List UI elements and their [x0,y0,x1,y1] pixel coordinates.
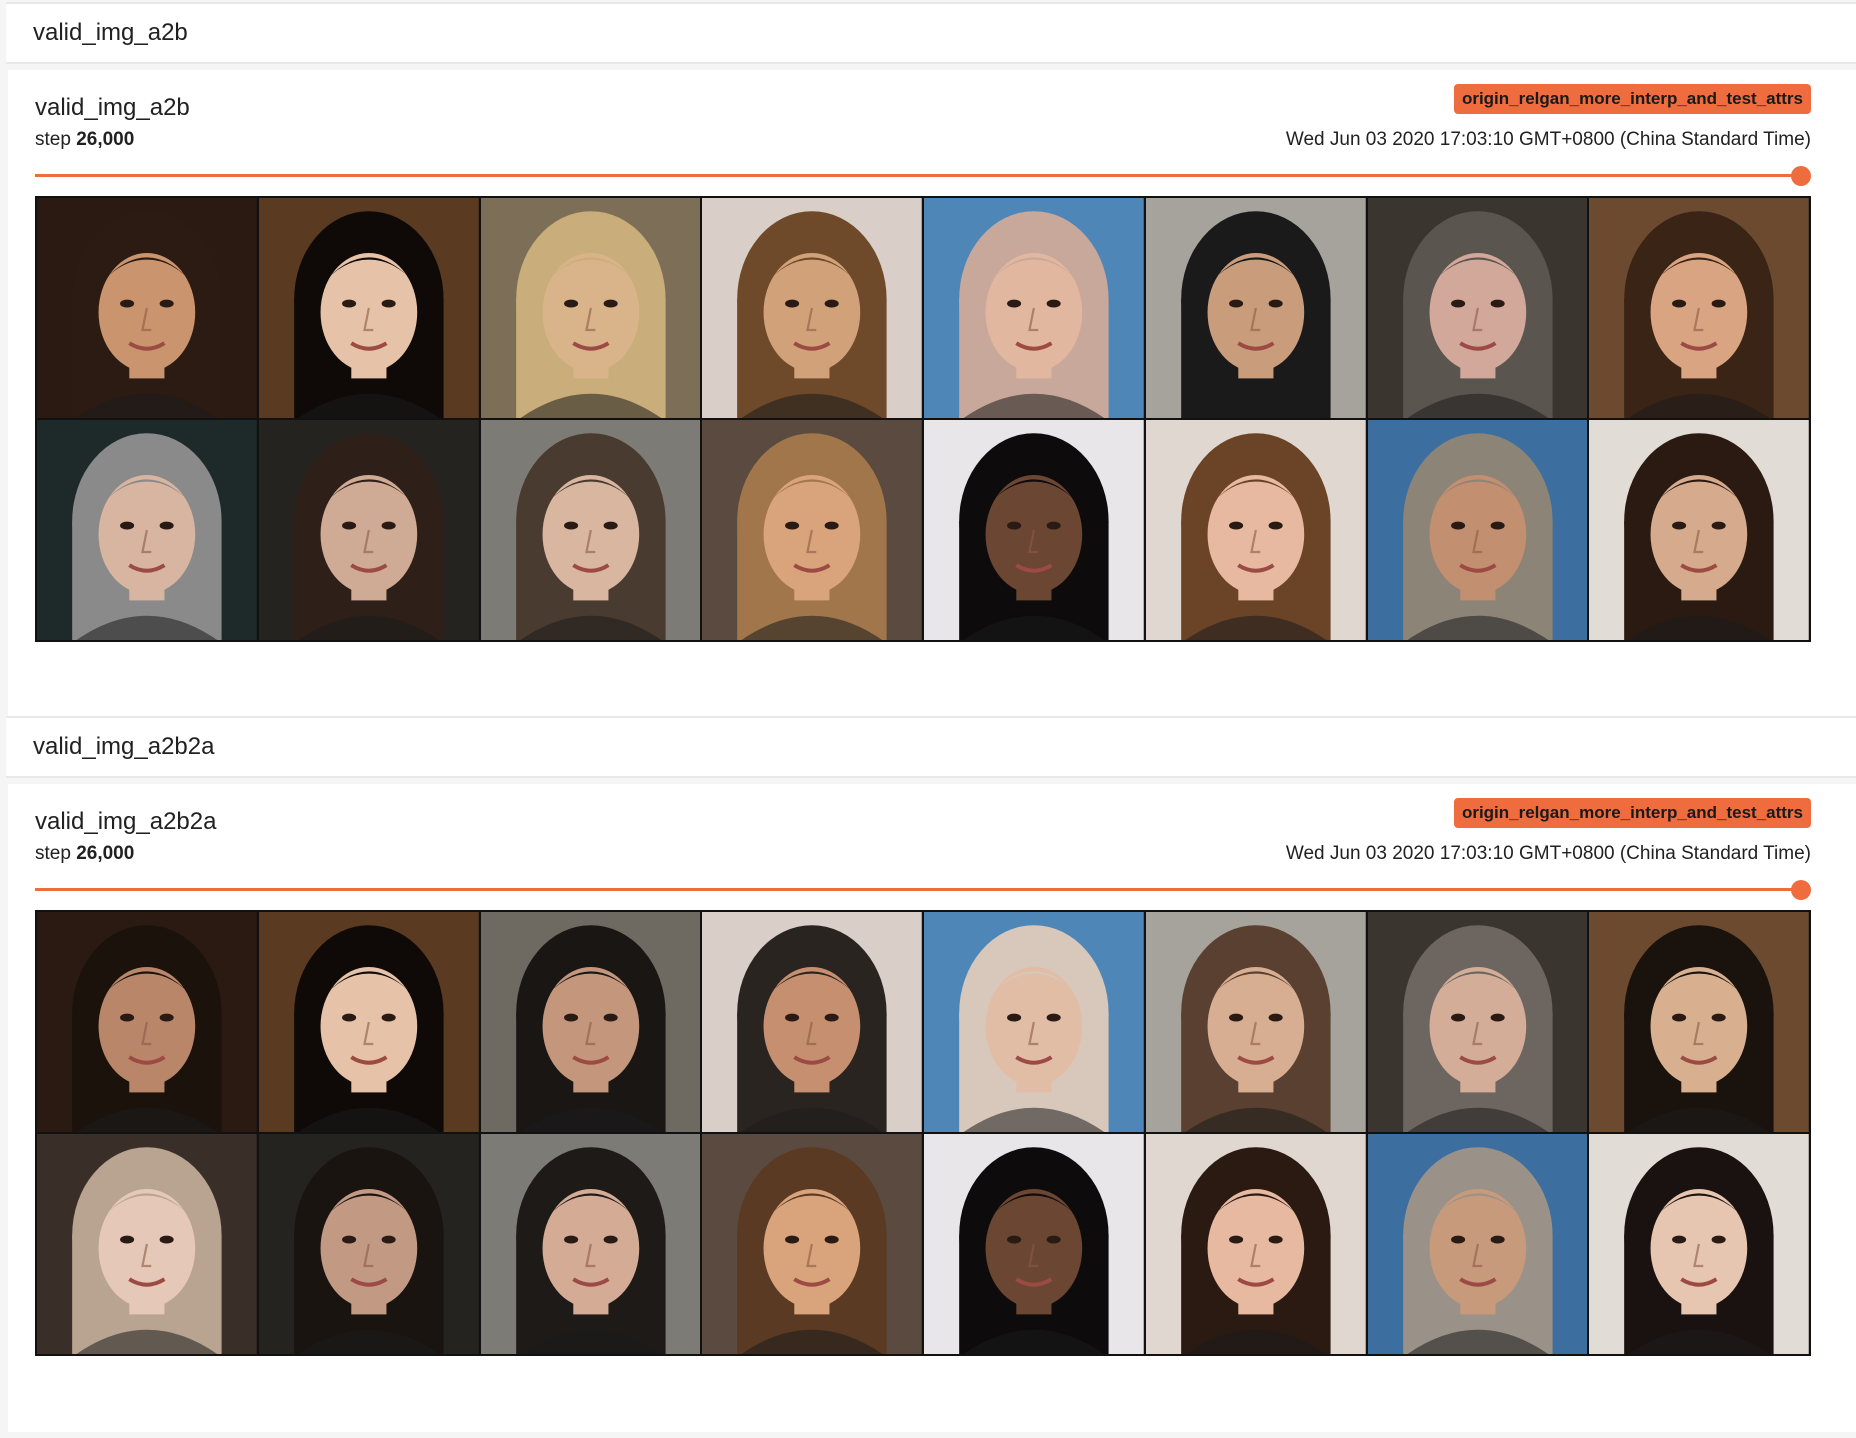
image-tile [702,198,922,418]
image-tile [1367,420,1588,640]
step-value: 26,000 [76,129,135,150]
face-image [702,912,922,1132]
step-value: 26,000 [76,843,135,864]
image-card-valid-img-a2b: valid_img_a2b step 26,000 origin_relgan_… [8,70,1856,718]
slider-thumb[interactable] [1791,880,1811,900]
face-image [1367,420,1588,640]
face-image [480,912,701,1132]
face-image [924,912,1144,1132]
face-image [37,912,257,1132]
image-tile [702,1134,922,1354]
face-image [924,198,1144,418]
face-image [258,198,479,418]
card-title: valid_img_a2b2a [35,808,217,835]
run-badge: origin_relgan_more_interp_and_test_attrs [1453,798,1811,828]
image-tile [1145,1134,1366,1354]
image-tile [1589,1134,1809,1354]
slider-thumb[interactable] [1791,166,1811,186]
face-image [37,420,257,640]
image-tile [37,1134,257,1354]
face-image [702,420,922,640]
image-tile [702,420,922,640]
face-image [1145,420,1366,640]
image-tile [1145,912,1366,1132]
image-tile [1367,1134,1588,1354]
image-tile [480,1134,701,1354]
image-tile [258,912,479,1132]
face-image [258,1134,479,1354]
face-image [702,1134,922,1354]
image-tile [258,1134,479,1354]
image-tile [258,420,479,640]
image-tile [480,198,701,418]
step-label: step [35,843,71,864]
face-image [480,420,701,640]
step-indicator: step 26,000 [35,843,134,865]
step-label: step [35,129,71,150]
face-image [1367,912,1588,1132]
timestamp: Wed Jun 03 2020 17:03:10 GMT+0800 (China… [1285,129,1811,150]
group-header-valid-img-a2b2a[interactable]: valid_img_a2b2a [6,716,1856,778]
image-tile [1367,912,1588,1132]
image-tile [258,198,479,418]
face-image [1145,912,1366,1132]
face-image [37,198,257,418]
face-image [702,198,922,418]
image-grid[interactable] [35,910,1811,1356]
face-image [1589,912,1809,1132]
image-tile [1589,198,1809,418]
image-grid[interactable] [35,196,1811,642]
face-image [1589,198,1809,418]
step-slider[interactable] [35,166,1811,186]
card-title: valid_img_a2b [35,94,190,121]
step-slider[interactable] [35,880,1811,900]
image-tile [924,912,1144,1132]
image-tile [1589,420,1809,640]
face-image [480,198,701,418]
group-title: valid_img_a2b [33,19,188,46]
face-image [924,1134,1144,1354]
face-image [258,420,479,640]
face-image [480,1134,701,1354]
face-image [1367,1134,1588,1354]
face-image [924,420,1144,640]
image-tile [1145,420,1366,640]
face-image [258,912,479,1132]
run-badge: origin_relgan_more_interp_and_test_attrs [1453,84,1811,114]
image-tile [702,912,922,1132]
group-header-valid-img-a2b[interactable]: valid_img_a2b [6,2,1856,64]
image-tile [480,420,701,640]
face-image [1589,1134,1809,1354]
face-image [1589,420,1809,640]
face-image [1145,1134,1366,1354]
step-indicator: step 26,000 [35,129,134,151]
tensorboard-images-page: valid_img_a2b valid_img_a2b step 26,000 … [0,0,1856,1438]
image-card-valid-img-a2b2a: valid_img_a2b2a step 26,000 origin_relga… [8,784,1856,1432]
image-tile [37,198,257,418]
image-tile [924,198,1144,418]
image-tile [924,1134,1144,1354]
slider-track [35,174,1801,177]
face-image [1367,198,1588,418]
image-tile [480,912,701,1132]
image-tile [37,420,257,640]
slider-track [35,888,1801,891]
face-image [37,1134,257,1354]
image-tile [1367,198,1588,418]
image-tile [37,912,257,1132]
image-tile [924,420,1144,640]
image-tile [1589,912,1809,1132]
timestamp: Wed Jun 03 2020 17:03:10 GMT+0800 (China… [1285,843,1811,864]
face-image [1145,198,1366,418]
image-tile [1145,198,1366,418]
group-title: valid_img_a2b2a [33,733,215,760]
